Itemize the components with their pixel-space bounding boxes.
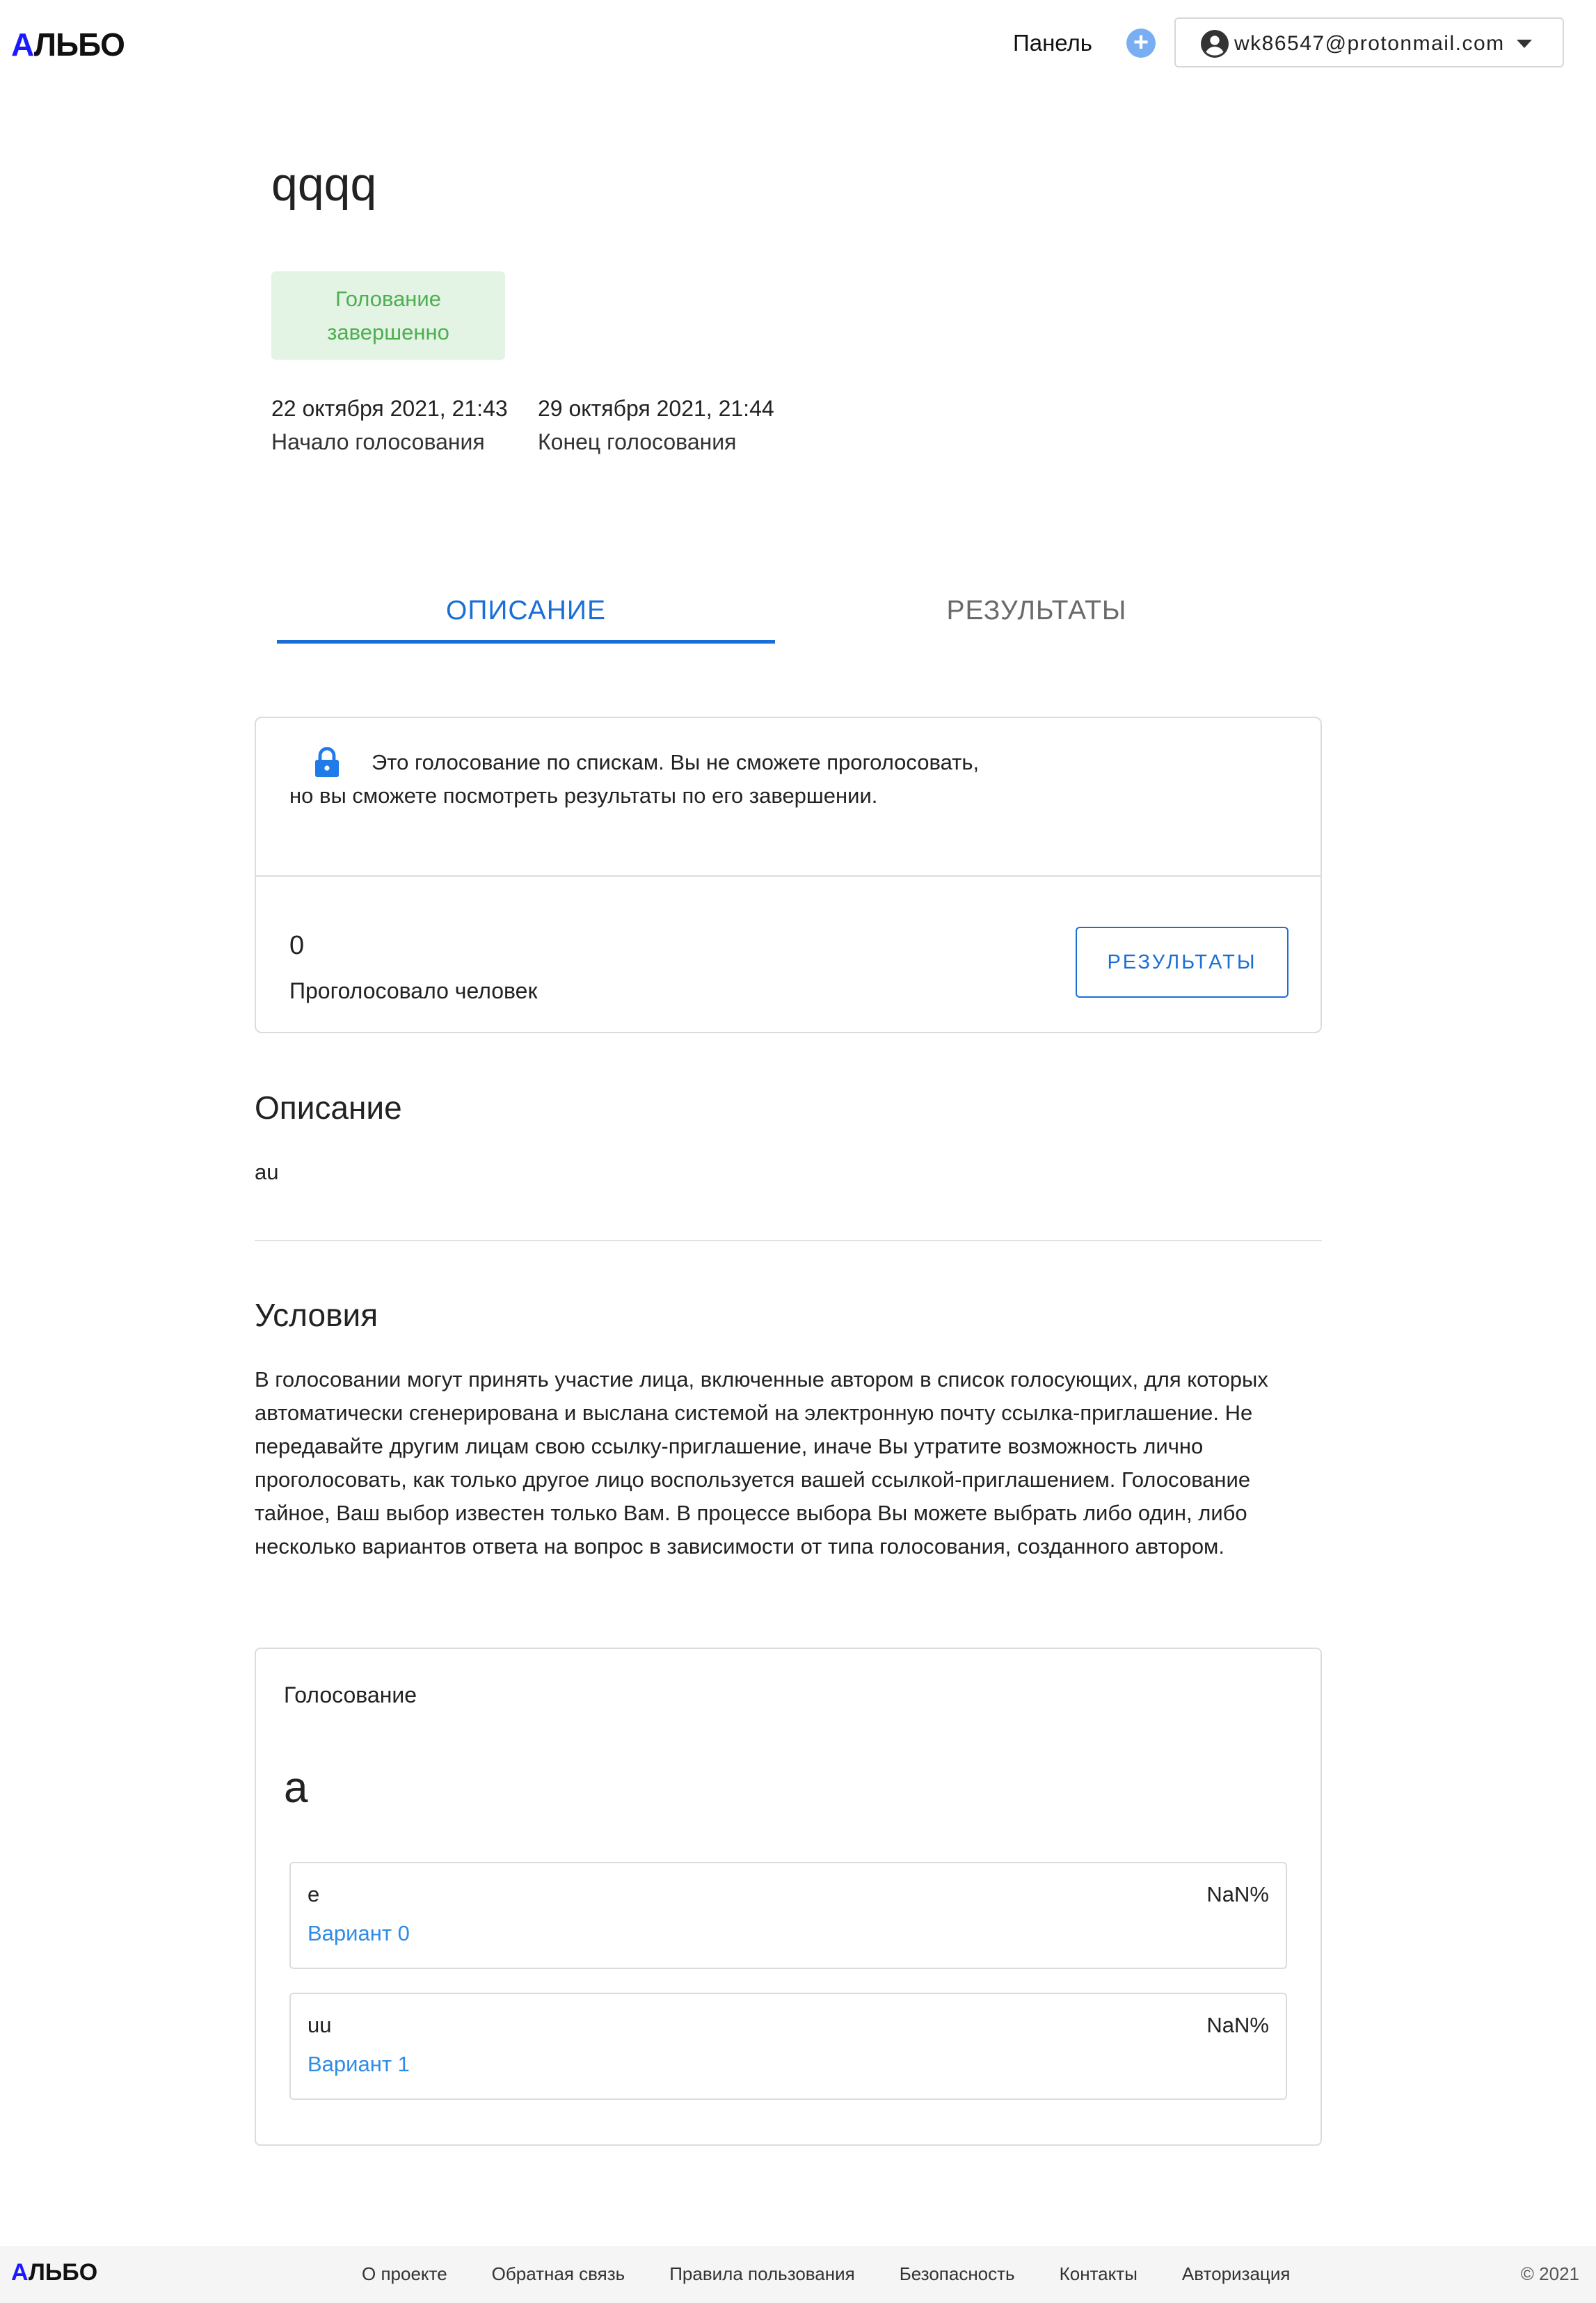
- description-text: au: [255, 1160, 279, 1184]
- divider: [256, 875, 1320, 877]
- footer-links: О проекте Обратная связь Правила пользов…: [362, 2260, 1290, 2288]
- description-heading: Описание: [255, 1090, 402, 1126]
- page-title: qqqq: [271, 158, 377, 211]
- footer-link-security[interactable]: Безопасность: [900, 2260, 1015, 2288]
- end-date-block: 29 октября 2021, 21:44 Конец голосования: [538, 392, 774, 459]
- chevron-down-icon: [1517, 40, 1532, 48]
- conditions-heading: Условия: [255, 1297, 378, 1333]
- footer: АЛЬБО О проекте Обратная связь Правила п…: [0, 2246, 1596, 2303]
- copyright: © 2021: [1520, 2263, 1579, 2284]
- logo[interactable]: АЛЬБО: [11, 26, 125, 63]
- plus-circle-icon[interactable]: +: [1126, 29, 1156, 58]
- footer-logo-text: ЛЬБО: [28, 2259, 98, 2286]
- footer-logo[interactable]: АЛЬБО: [11, 2256, 97, 2289]
- option-item: uu NaN% Вариант 1: [289, 1993, 1287, 2100]
- user-email: wk86547@protonmail.com: [1234, 32, 1505, 55]
- question-title: a: [284, 1764, 308, 1812]
- footer-link-about[interactable]: О проекте: [362, 2260, 447, 2288]
- end-date-value: 29 октября 2021, 21:44: [538, 396, 774, 421]
- conditions-text: В голосовании могут принять участие лица…: [255, 1367, 1268, 1559]
- results-button[interactable]: РЕЗУЛЬТАТЫ: [1076, 927, 1288, 998]
- option-item: e NaN% Вариант 0: [289, 1862, 1287, 1969]
- votes-count-label: Проголосовало человек: [289, 978, 538, 1003]
- end-date-label: Конец голосования: [538, 429, 737, 454]
- footer-link-login[interactable]: Авторизация: [1182, 2260, 1291, 2288]
- tab-description[interactable]: ОПИСАНИЕ: [277, 588, 775, 644]
- start-date-block: 22 октября 2021, 21:43 Начало голосовани…: [271, 392, 508, 459]
- votes-count: 0: [289, 931, 305, 960]
- footer-link-feedback[interactable]: Обратная связь: [492, 2260, 625, 2288]
- user-menu-button[interactable]: wk86547@protonmail.com: [1174, 17, 1564, 67]
- voting-card: Голосование a e NaN% Вариант 0 uu NaN% В…: [255, 1648, 1322, 2146]
- footer-link-terms[interactable]: Правила пользования: [669, 2260, 855, 2288]
- list-voting-notice: Это голосование по спискам. Вы не сможет…: [289, 750, 980, 808]
- status-badge: Голование завершенно: [271, 271, 505, 360]
- footer-logo-accent-letter: А: [11, 2259, 29, 2286]
- option-percent: NaN%: [1206, 1882, 1269, 1906]
- voting-card-label: Голосование: [284, 1682, 417, 1707]
- nav-panel-link[interactable]: Панель: [1013, 28, 1092, 58]
- option-text: e: [308, 1882, 320, 1906]
- option-percent: NaN%: [1206, 2013, 1269, 2037]
- start-date-label: Начало голосования: [271, 429, 485, 454]
- account-circle-icon: [1201, 30, 1229, 58]
- logo-accent-letter: А: [11, 26, 35, 63]
- footer-link-contacts[interactable]: Контакты: [1060, 2260, 1138, 2288]
- divider: [255, 1240, 1322, 1241]
- start-date-value: 22 октября 2021, 21:43: [271, 396, 508, 421]
- logo-text: ЛЬБО: [33, 26, 125, 63]
- option-variant: Вариант 1: [308, 2052, 410, 2076]
- tab-results[interactable]: РЕЗУЛЬТАТЫ: [788, 588, 1286, 644]
- info-card: Это голосование по спискам. Вы не сможет…: [255, 717, 1322, 1033]
- option-variant: Вариант 0: [308, 1921, 410, 1945]
- option-text: uu: [308, 2013, 332, 2037]
